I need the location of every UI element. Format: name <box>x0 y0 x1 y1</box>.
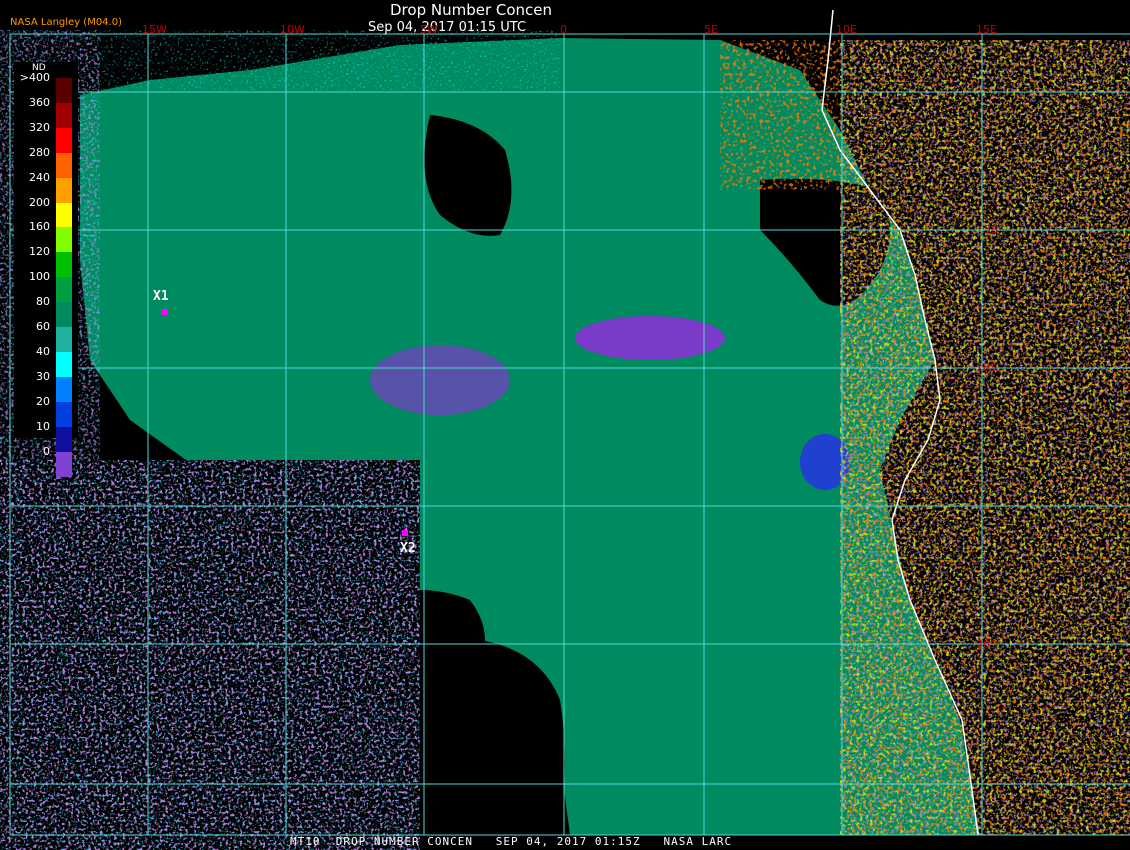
southwest-cloud-bands <box>0 460 420 850</box>
marker-x2-label: X2 <box>400 541 416 556</box>
lon-label-5e: 5E <box>704 23 718 36</box>
legend-swatch <box>56 376 72 402</box>
agency-label: NASA Langley (M04.0) <box>10 17 122 28</box>
cloud-map <box>0 0 1130 850</box>
legend-label: 120 <box>29 245 50 259</box>
legend-swatch <box>56 351 72 377</box>
lon-label-15e: 15E <box>976 23 997 36</box>
marker-x1-dot <box>162 309 168 315</box>
legend-swatch <box>56 177 72 203</box>
legend-swatch <box>56 102 72 128</box>
color-legend: ND >400 360 320 280 240 200 160 120 100 80 60 40 30 2… <box>14 62 78 477</box>
footer-caption: MT10 DROP NUMBER CONCEN SEP 04, 2017 01:… <box>290 835 733 848</box>
legend-swatch <box>56 327 72 352</box>
legend-label: 60 <box>36 320 50 333</box>
legend-swatch <box>56 451 72 477</box>
legend-label: 280 <box>29 145 50 159</box>
legend-label: 240 <box>29 170 50 184</box>
legend-label: 40 <box>36 344 50 358</box>
legend-swatch <box>56 277 72 303</box>
legend-label: 0 <box>43 444 50 458</box>
lon-label-0: 0 <box>560 23 567 36</box>
lat-label-5s: 5S <box>984 223 998 236</box>
lon-label-15w: 15W <box>142 23 167 36</box>
lat-label-10s: 10S <box>976 361 997 374</box>
map-timestamp: Sep 04, 2017 01:15 UTC <box>368 20 527 35</box>
map-title: Drop Number Concen <box>390 1 553 19</box>
legend-label: 160 <box>29 220 50 234</box>
lon-label-10w: 10W <box>280 23 305 36</box>
legend-swatch <box>56 426 72 452</box>
legend-label: 20 <box>36 394 50 408</box>
legend-label: 30 <box>36 369 50 383</box>
legend-swatch <box>56 202 72 228</box>
west-purple-patch <box>370 345 510 415</box>
legend-swatch <box>56 302 72 328</box>
marker-x2-dot <box>402 530 408 536</box>
legend-label: 200 <box>29 195 50 209</box>
marker-x1-label: X1 <box>153 289 169 304</box>
legend-label: 320 <box>29 120 50 134</box>
lon-label-5w: 5W <box>420 23 438 36</box>
legend-swatch <box>56 127 72 153</box>
legend-label: 360 <box>29 95 50 109</box>
legend-swatch <box>56 252 72 278</box>
legend-swatch <box>56 78 72 103</box>
legend-label: >400 <box>19 71 50 84</box>
central-low-nd-patch <box>575 316 725 360</box>
lat-label-20s: 20S <box>976 638 997 651</box>
legend-label: 100 <box>29 270 50 284</box>
lon-label-10e: 10E <box>836 23 857 36</box>
northern-high-nd-area <box>720 40 840 190</box>
legend-swatch <box>56 227 72 253</box>
legend-label: 10 <box>36 419 50 433</box>
legend-label: 80 <box>36 295 50 309</box>
legend-swatch <box>56 152 72 178</box>
legend-swatch <box>56 401 72 427</box>
